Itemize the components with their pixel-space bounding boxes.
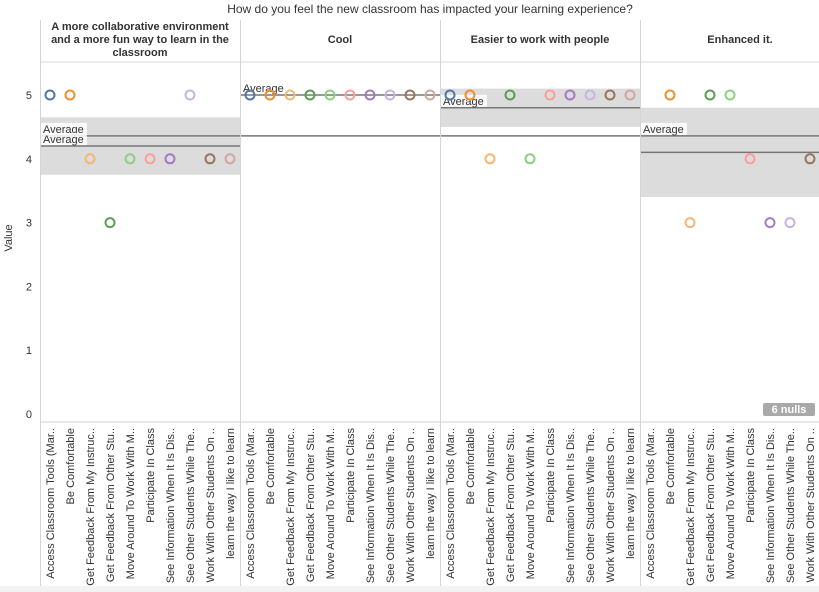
category-tick-label: Access Classroom Tools (Mar.. <box>245 428 257 579</box>
data-point <box>104 217 116 229</box>
category-tick-label: Be Comfortable <box>65 428 77 504</box>
y-tick-label: 3 <box>26 218 32 230</box>
scrollbar-track[interactable] <box>0 586 819 592</box>
category-tick-label: Work With Other Students On .. <box>205 428 217 582</box>
data-point <box>784 217 796 229</box>
category-tick-label: See Other Students While The.. <box>785 428 797 583</box>
average-label: Average <box>243 83 284 95</box>
category-tick-label: Get Feedback From Other Stu.. <box>505 428 517 582</box>
category-tick-label: Access Classroom Tools (Mar.. <box>645 428 657 579</box>
category-tick-label: Get Feedback From Other Stu.. <box>705 428 717 582</box>
category-tick-label: Get Feedback From Other Stu.. <box>105 428 117 582</box>
data-point <box>524 153 536 165</box>
average-label: Average <box>443 96 484 108</box>
data-point <box>724 89 736 101</box>
category-tick-label: Be Comfortable <box>465 428 477 504</box>
category-tick-label: Access Classroom Tools (Mar.. <box>45 428 57 579</box>
category-tick-label: Move Around To Work With M.. <box>125 428 137 579</box>
category-tick-label: Participate In Class <box>145 428 157 523</box>
category-tick-label: Work With Other Students On .. <box>405 428 417 582</box>
null-badge-label: 6 nulls <box>772 404 807 416</box>
category-tick-label: Access Classroom Tools (Mar.. <box>445 428 457 579</box>
category-tick-label: Work With Other Students On .. <box>605 428 617 582</box>
category-tick-label: Get Feedback From Other Stu.. <box>305 428 317 582</box>
category-tick-label: learn the way I like to learn <box>625 428 637 559</box>
category-tick-label: See Information When It Is Dis.. <box>765 428 777 583</box>
data-point <box>684 217 696 229</box>
average-label: Average <box>43 134 84 146</box>
data-point <box>764 217 776 229</box>
category-tick-label: Participate In Class <box>745 428 757 523</box>
category-tick-label: Be Comfortable <box>665 428 677 504</box>
y-tick-label: 5 <box>26 90 32 102</box>
category-tick-label: learn the way I like to learn <box>225 428 237 559</box>
data-point <box>64 89 76 101</box>
category-tick-label: Get Feedback From My Instruc.. <box>485 428 497 586</box>
y-tick-label: 2 <box>26 281 32 293</box>
category-tick-label: See Other Students While The.. <box>385 428 397 583</box>
category-tick-label: Participate In Class <box>545 428 557 523</box>
y-tick-label: 1 <box>26 345 32 357</box>
category-tick-label: See Information When It Is Dis.. <box>165 428 177 583</box>
data-point <box>44 89 56 101</box>
category-tick-label: See Information When It Is Dis.. <box>565 428 577 583</box>
category-tick-label: Move Around To Work With M.. <box>525 428 537 579</box>
category-tick-label: See Information When It Is Dis.. <box>365 428 377 583</box>
y-tick-label: 4 <box>26 154 32 166</box>
category-tick-label: Move Around To Work With M.. <box>725 428 737 579</box>
category-tick-label: Get Feedback From My Instruc.. <box>285 428 297 586</box>
y-tick-label: 0 <box>26 409 32 421</box>
data-point <box>704 89 716 101</box>
category-tick-label: Get Feedback From My Instruc.. <box>85 428 97 586</box>
category-tick-label: Work With Other Students On .. <box>805 428 817 582</box>
chart-root: How do you feel the new classroom has im… <box>0 0 819 592</box>
category-tick-label: Get Feedback From My Instruc.. <box>685 428 697 586</box>
category-tick-label: See Other Students While The.. <box>185 428 197 583</box>
category-tick-label: See Other Students While The.. <box>585 428 597 583</box>
average-label: Average <box>643 124 684 136</box>
category-tick-label: Move Around To Work With M.. <box>325 428 337 579</box>
data-point <box>664 89 676 101</box>
data-point <box>484 153 496 165</box>
category-tick-label: Participate In Class <box>345 428 357 523</box>
plot-area: 0 1 2 3 4 5 Average Average Access Classroom Too… <box>26 20 819 586</box>
data-point <box>184 89 196 101</box>
category-tick-label: learn the way I like to learn <box>425 428 437 559</box>
category-tick-label: Be Comfortable <box>265 428 277 504</box>
